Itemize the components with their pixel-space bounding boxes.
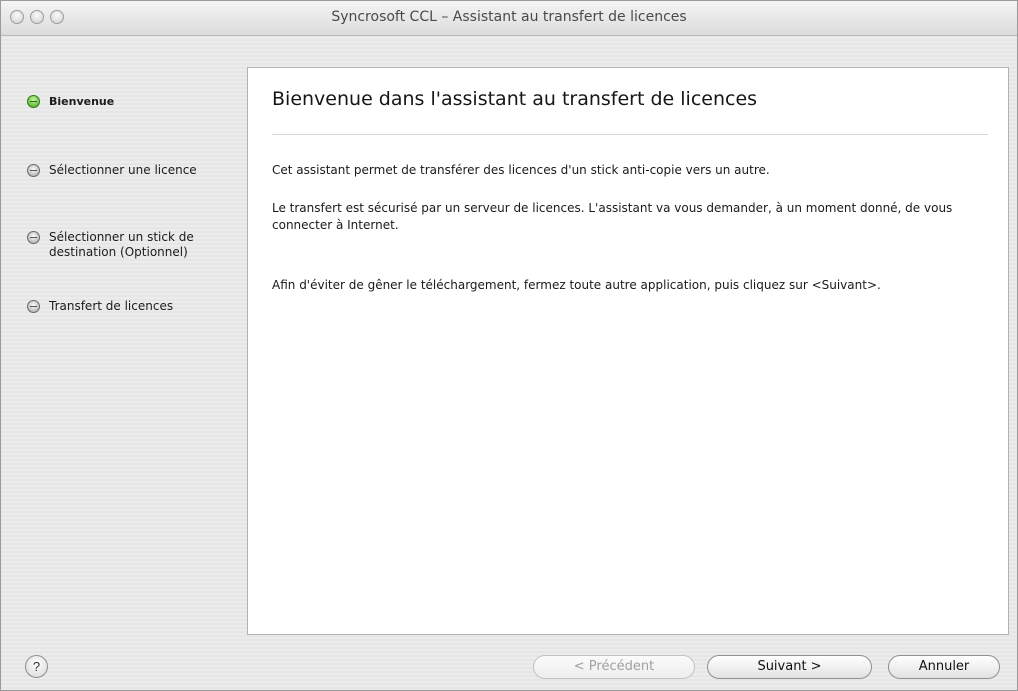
wizard-steps: Bienvenue Sélectionner une licence Sélec…	[1, 35, 247, 635]
help-button[interactable]: ?	[25, 655, 48, 678]
step-label-line2: destination (Optionnel)	[49, 245, 188, 259]
step-label: Sélectionner une licence	[49, 163, 197, 177]
step-active-icon	[27, 95, 40, 108]
page-title: Bienvenue dans l'assistant au transfert …	[272, 88, 758, 110]
title-divider	[272, 134, 988, 135]
step-welcome: Bienvenue	[27, 94, 114, 109]
step-pending-icon	[27, 300, 40, 313]
title-bar: Syncrosoft CCL – Assistant au transfert …	[1, 1, 1017, 36]
security-paragraph: Le transfert est sécurisé par un serveur…	[272, 201, 953, 232]
intro-paragraph: Cet assistant permet de transférer des l…	[272, 163, 770, 177]
step-select-license: Sélectionner une licence	[27, 163, 197, 178]
step-pending-icon	[27, 231, 40, 244]
previous-button[interactable]: < Précédent	[533, 655, 695, 679]
instruction-paragraph: Afin d'éviter de gêner le téléchargement…	[272, 278, 881, 292]
step-transfer: Transfert de licences	[27, 299, 173, 314]
step-label: Transfert de licences	[49, 299, 174, 313]
next-button[interactable]: Suivant >	[707, 655, 872, 679]
step-pending-icon	[27, 164, 40, 177]
step-label: Sélectionner un stick de destination (Op…	[49, 230, 194, 260]
window-title: Syncrosoft CCL – Assistant au transfert …	[331, 9, 687, 25]
content-panel: Bienvenue dans l'assistant au transfert …	[247, 67, 1009, 635]
wizard-window: Syncrosoft CCL – Assistant au transfert …	[0, 0, 1018, 691]
step-label-line1: Sélectionner un stick de	[49, 230, 194, 244]
cancel-button[interactable]: Annuler	[888, 655, 1000, 679]
step-select-destination: Sélectionner un stick de destination (Op…	[27, 230, 194, 260]
step-label: Bienvenue	[49, 95, 115, 108]
